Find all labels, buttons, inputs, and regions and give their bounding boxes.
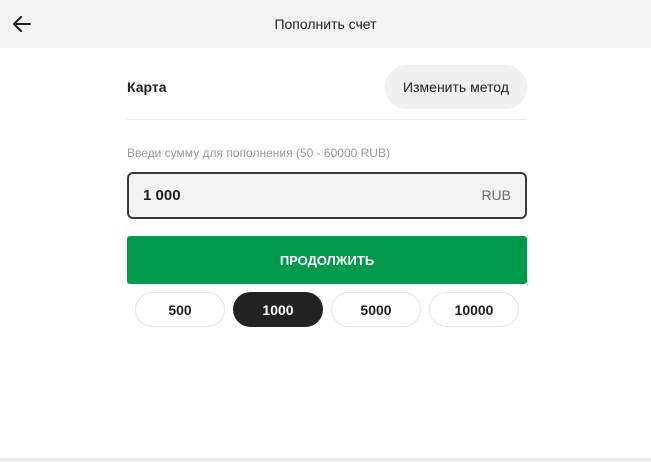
bottom-border xyxy=(0,458,651,462)
payment-method-row: Карта Изменить метод xyxy=(127,65,527,109)
top-bar: Пополнить счет xyxy=(0,0,651,48)
amount-hint: Введи сумму для пополнения (50 - 60000 R… xyxy=(127,146,390,160)
preset-1000-button[interactable]: 1000 xyxy=(233,292,323,327)
amount-input[interactable] xyxy=(143,174,443,217)
payment-method-label: Карта xyxy=(127,79,167,95)
change-method-button[interactable]: Изменить метод xyxy=(385,65,527,109)
preset-500-button[interactable]: 500 xyxy=(135,292,225,327)
page-title: Пополнить счет xyxy=(274,16,377,32)
currency-label: RUB xyxy=(481,187,511,203)
amount-presets: 500 1000 5000 10000 xyxy=(135,292,519,327)
preset-5000-button[interactable]: 5000 xyxy=(331,292,421,327)
preset-10000-button[interactable]: 10000 xyxy=(429,292,519,327)
divider xyxy=(127,119,527,120)
amount-field[interactable]: RUB xyxy=(127,172,527,219)
continue-button[interactable]: ПРОДОЛЖИТЬ xyxy=(127,236,527,284)
